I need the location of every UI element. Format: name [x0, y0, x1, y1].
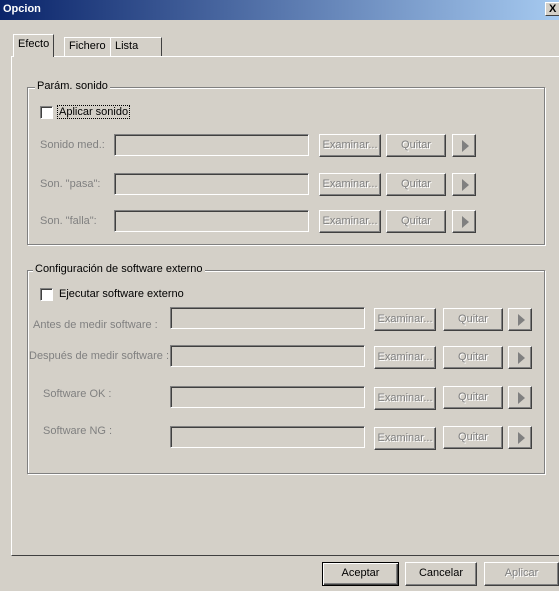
play-icon — [518, 314, 525, 326]
software-ng-label: Software NG : — [43, 425, 113, 437]
run-software-label[interactable]: Ejecutar software externo — [59, 288, 184, 300]
play-icon — [462, 179, 469, 191]
before-measure-run-button[interactable] — [508, 308, 532, 331]
accept-button[interactable]: Aceptar — [322, 562, 399, 586]
play-icon — [518, 392, 525, 404]
after-measure-software-label: Después de medir software : — [29, 350, 170, 362]
cancel-button[interactable]: Cancelar — [405, 562, 477, 586]
sound-fail-browse-button[interactable]: Examinar... — [319, 210, 381, 233]
play-icon — [518, 432, 525, 444]
sound-measure-field[interactable] — [114, 134, 309, 156]
apply-sound-label[interactable]: Aplicar sonido — [57, 105, 131, 119]
sound-fail-play-button[interactable] — [452, 210, 476, 233]
after-measure-software-field[interactable] — [170, 345, 365, 367]
window-title: Opcion — [3, 3, 41, 15]
sound-pass-label: Son. "pasa": — [40, 178, 101, 190]
software-ng-remove-button[interactable]: Quitar — [443, 426, 503, 449]
sound-group-legend: Parám. sonido — [35, 80, 110, 92]
software-ok-browse-button[interactable]: Examinar... — [374, 387, 436, 410]
software-ng-run-button[interactable] — [508, 426, 532, 449]
software-ok-remove-button[interactable]: Quitar — [443, 386, 503, 409]
after-measure-remove-button[interactable]: Quitar — [443, 346, 503, 369]
run-software-checkbox[interactable] — [40, 288, 53, 301]
sound-fail-field[interactable] — [114, 210, 309, 232]
sound-measure-browse-button[interactable]: Examinar... — [319, 134, 381, 157]
sound-measure-play-button[interactable] — [452, 134, 476, 157]
before-measure-software-field[interactable] — [170, 307, 365, 329]
before-measure-software-label: Antes de medir software : — [33, 319, 158, 331]
after-measure-run-button[interactable] — [508, 346, 532, 369]
software-ok-field[interactable] — [170, 386, 365, 408]
sound-pass-field[interactable] — [114, 173, 309, 195]
window-titlebar: Opcion X — [0, 0, 559, 20]
tab-efecto[interactable]: Efecto — [13, 34, 55, 57]
sound-measure-remove-button[interactable]: Quitar — [386, 134, 446, 157]
sound-fail-label: Son. "falla": — [40, 215, 97, 227]
play-icon — [518, 352, 525, 364]
sound-measure-label: Sonido med.: — [40, 139, 105, 151]
software-ok-label: Software OK : — [43, 388, 112, 400]
apply-button[interactable]: Aplicar — [484, 562, 559, 586]
software-ok-run-button[interactable] — [508, 386, 532, 409]
software-group-legend: Configuración de software externo — [33, 263, 205, 275]
apply-sound-checkbox[interactable] — [40, 106, 53, 119]
sound-pass-browse-button[interactable]: Examinar... — [319, 173, 381, 196]
software-ng-browse-button[interactable]: Examinar... — [374, 427, 436, 450]
before-measure-remove-button[interactable]: Quitar — [443, 308, 503, 331]
sound-pass-play-button[interactable] — [452, 173, 476, 196]
tab-fichero[interactable]: Fichero — [64, 37, 111, 57]
play-icon — [462, 140, 469, 152]
tab-lista[interactable]: Lista — [110, 37, 162, 57]
play-icon — [462, 216, 469, 228]
after-measure-browse-button[interactable]: Examinar... — [374, 346, 436, 369]
close-icon[interactable]: X — [545, 2, 559, 16]
software-ng-field[interactable] — [170, 426, 365, 448]
before-measure-browse-button[interactable]: Examinar... — [374, 308, 436, 331]
sound-pass-remove-button[interactable]: Quitar — [386, 173, 446, 196]
sound-fail-remove-button[interactable]: Quitar — [386, 210, 446, 233]
